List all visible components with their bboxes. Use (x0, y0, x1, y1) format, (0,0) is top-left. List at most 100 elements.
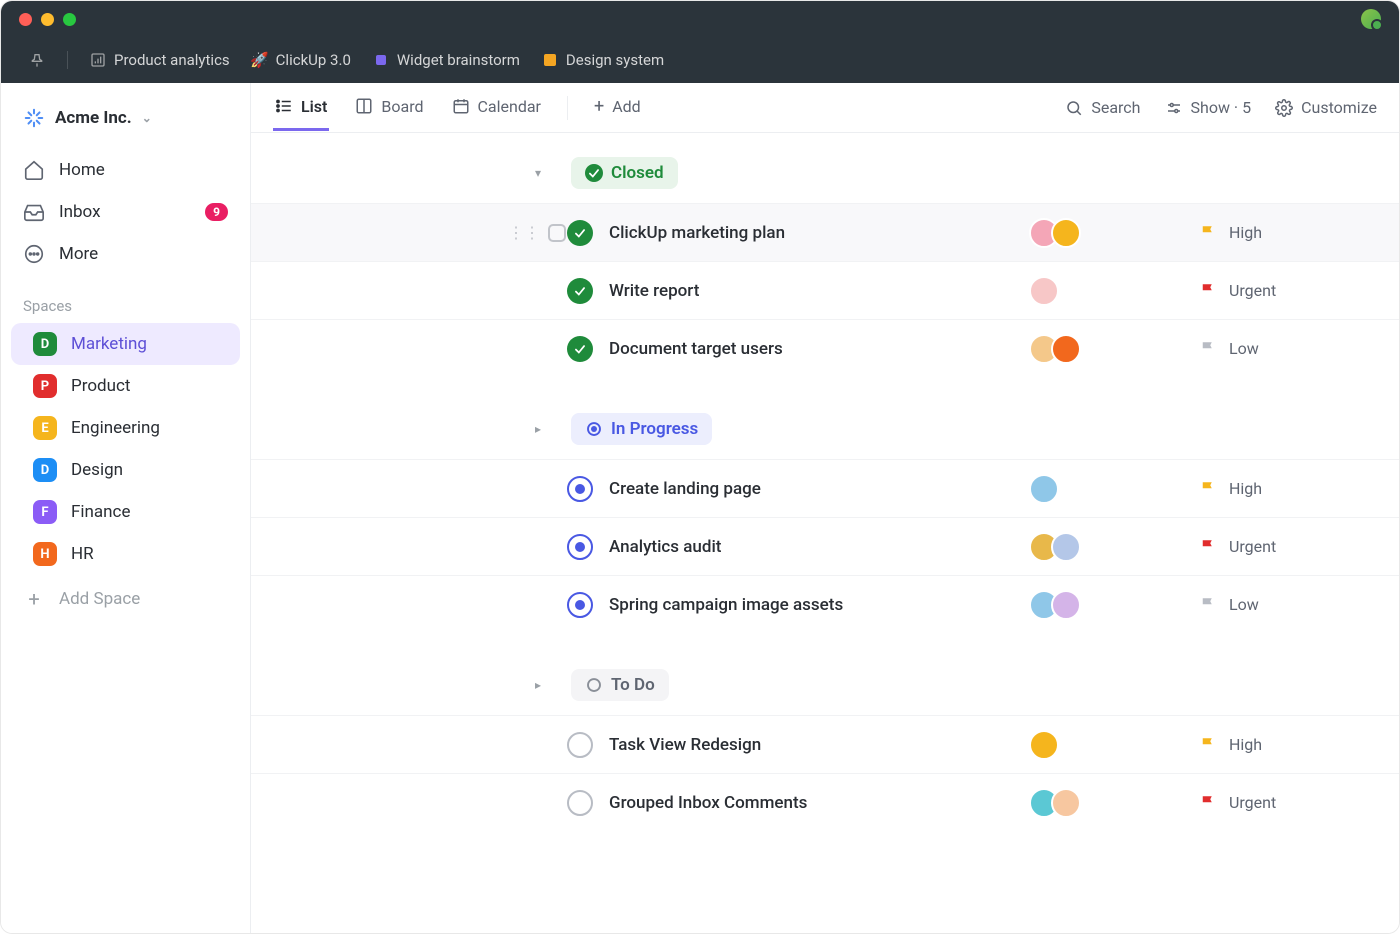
flag-icon (1199, 596, 1217, 614)
view-tab-list[interactable]: List (273, 85, 329, 131)
close-window[interactable] (19, 13, 32, 26)
tab-product-analytics[interactable]: Product analytics (90, 51, 230, 69)
caret-icon[interactable]: ▸ (535, 678, 541, 692)
priority-label: High (1229, 735, 1262, 754)
priority[interactable]: Urgent (1199, 793, 1399, 812)
view-tab-calendar[interactable]: Calendar (450, 85, 543, 131)
flag-icon (1199, 282, 1217, 300)
chevron-down-icon: ⌄ (142, 111, 152, 125)
user-avatar[interactable] (1361, 9, 1381, 29)
assignee-avatar[interactable] (1051, 532, 1081, 562)
assignee-avatar[interactable] (1029, 730, 1059, 760)
status-pill[interactable]: Closed (571, 157, 678, 189)
divider (67, 51, 68, 69)
nav-label: Inbox (59, 202, 101, 222)
assignee-avatar[interactable] (1051, 334, 1081, 364)
task-row[interactable]: Analytics auditUrgent (251, 517, 1399, 575)
task-title: Write report (609, 281, 1029, 301)
sidebar-space-engineering[interactable]: EEngineering (11, 407, 240, 449)
task-row[interactable]: Spring campaign image assets Low (251, 575, 1399, 633)
status-closed-icon[interactable] (567, 220, 593, 246)
group-header-todo[interactable]: ▸ To Do (251, 663, 1399, 715)
sidebar-space-marketing[interactable]: DMarketing (11, 323, 240, 365)
task-list: ▾ Closed ⋮⋮ ClickUp marketing plan High Wri… (251, 133, 1399, 933)
assignee-avatar[interactable] (1051, 788, 1081, 818)
drag-handle-icon[interactable]: ⋮⋮ (508, 223, 540, 242)
assignee-avatar[interactable] (1051, 218, 1081, 248)
priority[interactable]: Low (1199, 339, 1399, 358)
status-todo-icon[interactable] (567, 790, 593, 816)
task-title: Spring campaign image assets (609, 595, 1029, 615)
task-title: Document target users (609, 339, 1029, 359)
search-button[interactable]: Search (1065, 98, 1140, 117)
task-row[interactable]: Write report Urgent (251, 261, 1399, 319)
priority-label: High (1229, 479, 1262, 498)
sliders-icon (1165, 99, 1183, 117)
chart-icon (90, 52, 106, 68)
pin-icon[interactable] (29, 52, 45, 68)
tab-label: ClickUp 3.0 (276, 51, 351, 69)
view-tab-board[interactable]: Board (353, 85, 425, 131)
caret-icon[interactable]: ▾ (535, 166, 541, 180)
status-todo-icon[interactable] (567, 732, 593, 758)
task-row[interactable]: ⋮⋮ ClickUp marketing plan High (251, 203, 1399, 261)
board-icon (355, 97, 373, 115)
task-row[interactable]: Document target users Low (251, 319, 1399, 377)
assignee-avatar[interactable] (1029, 276, 1059, 306)
tab-clickup-3[interactable]: 🚀 ClickUp 3.0 (252, 51, 351, 69)
status-closed-icon[interactable] (567, 336, 593, 362)
nav-inbox[interactable]: Inbox 9 (1, 191, 250, 233)
priority[interactable]: Urgent (1199, 537, 1399, 556)
status-progress-icon[interactable] (567, 592, 593, 618)
rocket-icon: 🚀 (252, 52, 268, 68)
nav-label: More (59, 244, 98, 264)
more-icon (23, 243, 45, 265)
minimize-window[interactable] (41, 13, 54, 26)
assignee-avatar[interactable] (1051, 590, 1081, 620)
group-header-progress[interactable]: ▸ In Progress (251, 407, 1399, 459)
sidebar-space-product[interactable]: PProduct (11, 365, 240, 407)
caret-icon[interactable]: ▸ (535, 422, 541, 436)
priority[interactable]: Urgent (1199, 281, 1399, 300)
sidebar-space-finance[interactable]: FFinance (11, 491, 240, 533)
checkbox[interactable] (548, 224, 566, 242)
space-label: Design (71, 460, 123, 480)
main-panel: List Board Calendar + Add S (251, 83, 1399, 933)
assignees (1029, 474, 1199, 504)
customize-button[interactable]: Customize (1275, 98, 1377, 117)
status-progress-icon[interactable] (567, 476, 593, 502)
workspace-switcher[interactable]: Acme Inc. ⌄ (1, 93, 250, 149)
add-space-button[interactable]: + Add Space (1, 575, 250, 623)
tab-widget-brainstorm[interactable]: Widget brainstorm (373, 51, 520, 69)
group-header-closed[interactable]: ▾ Closed (251, 151, 1399, 203)
workspace-logo-icon (23, 107, 45, 129)
square-icon (373, 52, 389, 68)
space-label: Finance (71, 502, 130, 522)
space-badge-icon: D (33, 332, 57, 356)
priority[interactable]: High (1199, 223, 1399, 242)
status-pill[interactable]: In Progress (571, 413, 712, 445)
sidebar-space-hr[interactable]: HHR (11, 533, 240, 575)
task-row[interactable]: Task View RedesignHigh (251, 715, 1399, 773)
status-pill[interactable]: To Do (571, 669, 669, 701)
task-row[interactable]: Create landing pageHigh (251, 459, 1399, 517)
priority[interactable]: Low (1199, 595, 1399, 614)
button-label: Customize (1301, 98, 1377, 117)
status-closed-icon[interactable] (567, 278, 593, 304)
task-row[interactable]: Grouped Inbox CommentsUrgent (251, 773, 1399, 831)
nav-home[interactable]: Home (1, 149, 250, 191)
status-progress-icon[interactable] (567, 534, 593, 560)
priority[interactable]: High (1199, 735, 1399, 754)
assignee-avatar[interactable] (1029, 474, 1059, 504)
priority[interactable]: High (1199, 479, 1399, 498)
sidebar-space-design[interactable]: DDesign (11, 449, 240, 491)
tab-design-system[interactable]: Design system (542, 51, 664, 69)
nav-more[interactable]: More (1, 233, 250, 275)
add-view-button[interactable]: + Add (592, 84, 643, 132)
assignees (1029, 590, 1199, 620)
show-button[interactable]: Show · 5 (1165, 98, 1252, 117)
task-title: ClickUp marketing plan (609, 223, 1029, 243)
maximize-window[interactable] (63, 13, 76, 26)
priority-label: Urgent (1229, 281, 1276, 300)
square-icon (542, 52, 558, 68)
